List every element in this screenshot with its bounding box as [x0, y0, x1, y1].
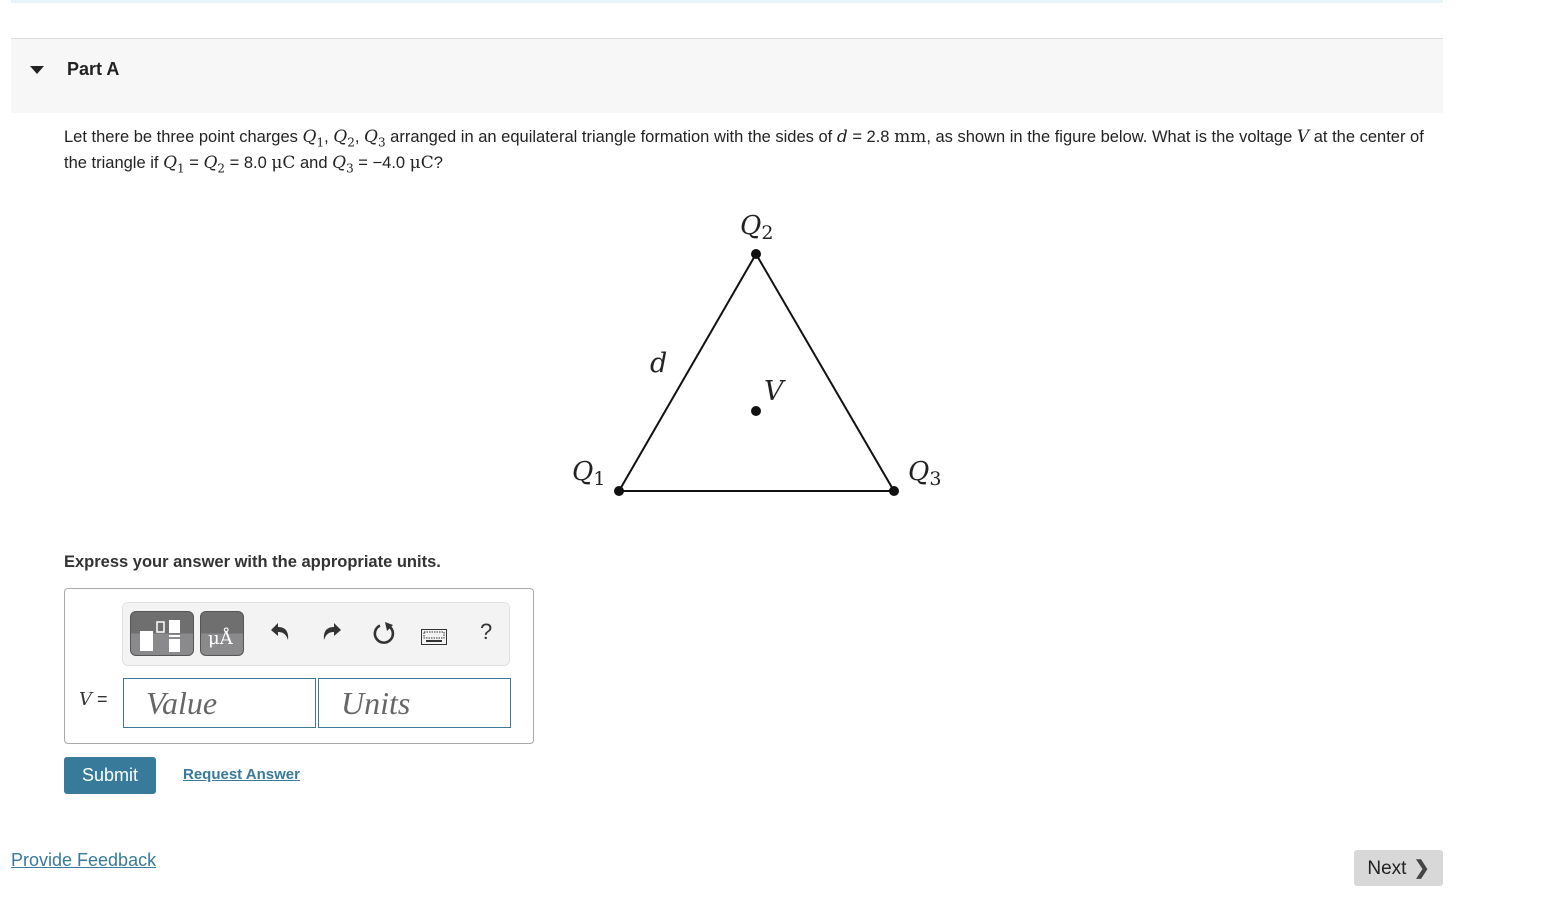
question-text: Let there be three point charges Q1, Q2,…: [64, 127, 1424, 176]
unit-uc-1: μC: [271, 153, 296, 174]
eq-q3: Q3: [332, 153, 354, 176]
request-answer-link[interactable]: Request Answer: [183, 766, 300, 783]
undo-icon[interactable]: [269, 621, 291, 649]
templates-button[interactable]: [130, 611, 194, 656]
answer-instructions: Express your answer with the appropriate…: [64, 553, 441, 571]
var-q1: Q1: [302, 127, 325, 150]
var-q2: Q2: [333, 127, 355, 150]
provide-feedback-link[interactable]: Provide Feedback: [11, 850, 156, 871]
top-strip: [11, 0, 1443, 3]
charge-q2-dot: [751, 249, 761, 259]
charge-q3-dot: [889, 486, 899, 496]
keyboard-icon[interactable]: [421, 625, 447, 651]
redo-icon[interactable]: [321, 621, 343, 649]
label-q3: Q3: [908, 457, 941, 490]
units-icon: μÅ: [208, 628, 233, 649]
unit-mm: mm: [894, 127, 927, 147]
next-button[interactable]: Next ❯: [1354, 850, 1443, 886]
charge-q1-dot: [614, 486, 624, 496]
units-input[interactable]: [318, 678, 511, 728]
templates-icon: [140, 620, 180, 652]
part-title: Part A: [67, 59, 120, 79]
next-label: Next: [1367, 857, 1407, 879]
chevron-right-icon: ❯: [1413, 857, 1430, 879]
units-button[interactable]: μÅ: [200, 611, 244, 656]
unit-uc-2: μC: [409, 153, 434, 174]
help-icon[interactable]: ?: [480, 619, 492, 645]
part-header[interactable]: Part A: [11, 38, 1443, 113]
eq-q1: Q1: [163, 153, 185, 176]
math-toolbar: μÅ ?: [122, 602, 510, 666]
label-q1: Q1: [572, 457, 605, 490]
answer-variable-label: V =: [79, 689, 108, 710]
var-d: d: [836, 127, 848, 147]
collapse-caret-icon[interactable]: [30, 66, 44, 74]
label-d: d: [650, 348, 667, 379]
var-q3: Q3: [364, 127, 386, 150]
reset-icon[interactable]: [371, 621, 397, 653]
center-point-dot: [751, 406, 761, 416]
submit-button[interactable]: Submit: [64, 757, 156, 794]
label-v: V: [764, 376, 786, 407]
var-v: V: [1296, 127, 1310, 147]
eq-q2: Q2: [203, 153, 226, 176]
answer-box: μÅ ? V =: [64, 588, 534, 744]
value-input[interactable]: [123, 678, 316, 728]
triangle-figure: Q2 Q1 Q3 d V: [572, 211, 941, 496]
label-q2: Q2: [740, 211, 773, 244]
